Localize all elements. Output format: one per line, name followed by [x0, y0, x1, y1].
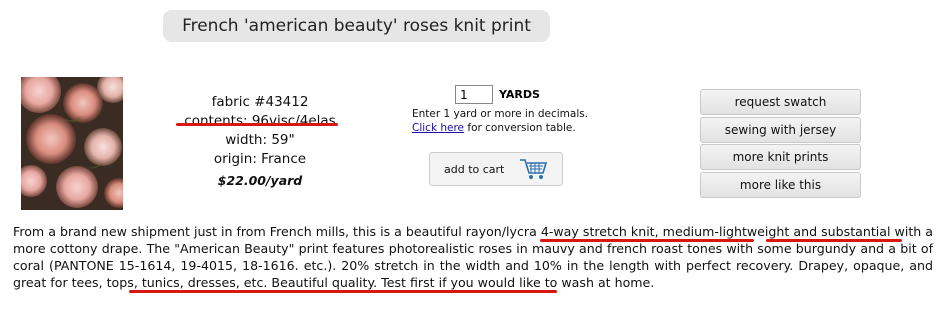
product-info: fabric #43412 contents: 96visc/4elas wid…: [160, 93, 360, 190]
description-text: ,: [654, 224, 663, 239]
fabric-origin: origin: France: [213, 151, 307, 167]
description-text: Beautiful quality. Test first if you wou…: [267, 275, 655, 290]
unit-label: YARDS: [499, 88, 540, 101]
quantity-help: Enter 1 yard or more in decimals. Click …: [412, 107, 588, 135]
fabric-swatch-image[interactable]: [21, 77, 123, 210]
side-button-group: request swatch sewing with jersey more k…: [700, 89, 861, 199]
more-knit-prints-button[interactable]: more knit prints: [700, 144, 861, 170]
contents-underline: [176, 123, 338, 126]
add-to-cart-label: add to cart: [444, 162, 505, 176]
conversion-table-text: for conversion table.: [464, 122, 576, 134]
highlight-fiber: rayon/lycra 4-way stretch knit: [465, 224, 655, 239]
conversion-table-link[interactable]: Click here: [412, 122, 464, 134]
page-title: French 'american beauty' roses knit prin…: [163, 10, 550, 42]
weight-underline: [766, 239, 902, 242]
shopping-cart-icon: [518, 156, 548, 185]
fiber-underline: [540, 239, 754, 242]
highlight-weight: medium-lightweight: [662, 224, 790, 239]
more-like-this-button[interactable]: more like this: [700, 171, 861, 198]
sewing-with-jersey-button[interactable]: sewing with jersey: [700, 116, 861, 143]
quantity-input[interactable]: [455, 85, 493, 104]
fabric-contents: contents: 96visc/4elas: [184, 113, 336, 129]
quantity-row: YARDS: [455, 85, 540, 104]
product-title: French 'american beauty' roses knit prin…: [182, 16, 531, 36]
product-description: From a brand new shipment just in from F…: [13, 223, 933, 291]
description-text: From a brand new shipment just in from F…: [13, 224, 466, 239]
fabric-width: width: 59": [225, 132, 295, 148]
uses-underline: [129, 290, 557, 293]
request-swatch-button[interactable]: request swatch: [700, 89, 861, 115]
fabric-number: fabric #43412: [211, 94, 309, 110]
add-to-cart-button[interactable]: add to cart: [429, 152, 563, 186]
quantity-help-line: Enter 1 yard or more in decimals.: [412, 108, 589, 120]
price: $22.00/yard: [217, 173, 303, 188]
